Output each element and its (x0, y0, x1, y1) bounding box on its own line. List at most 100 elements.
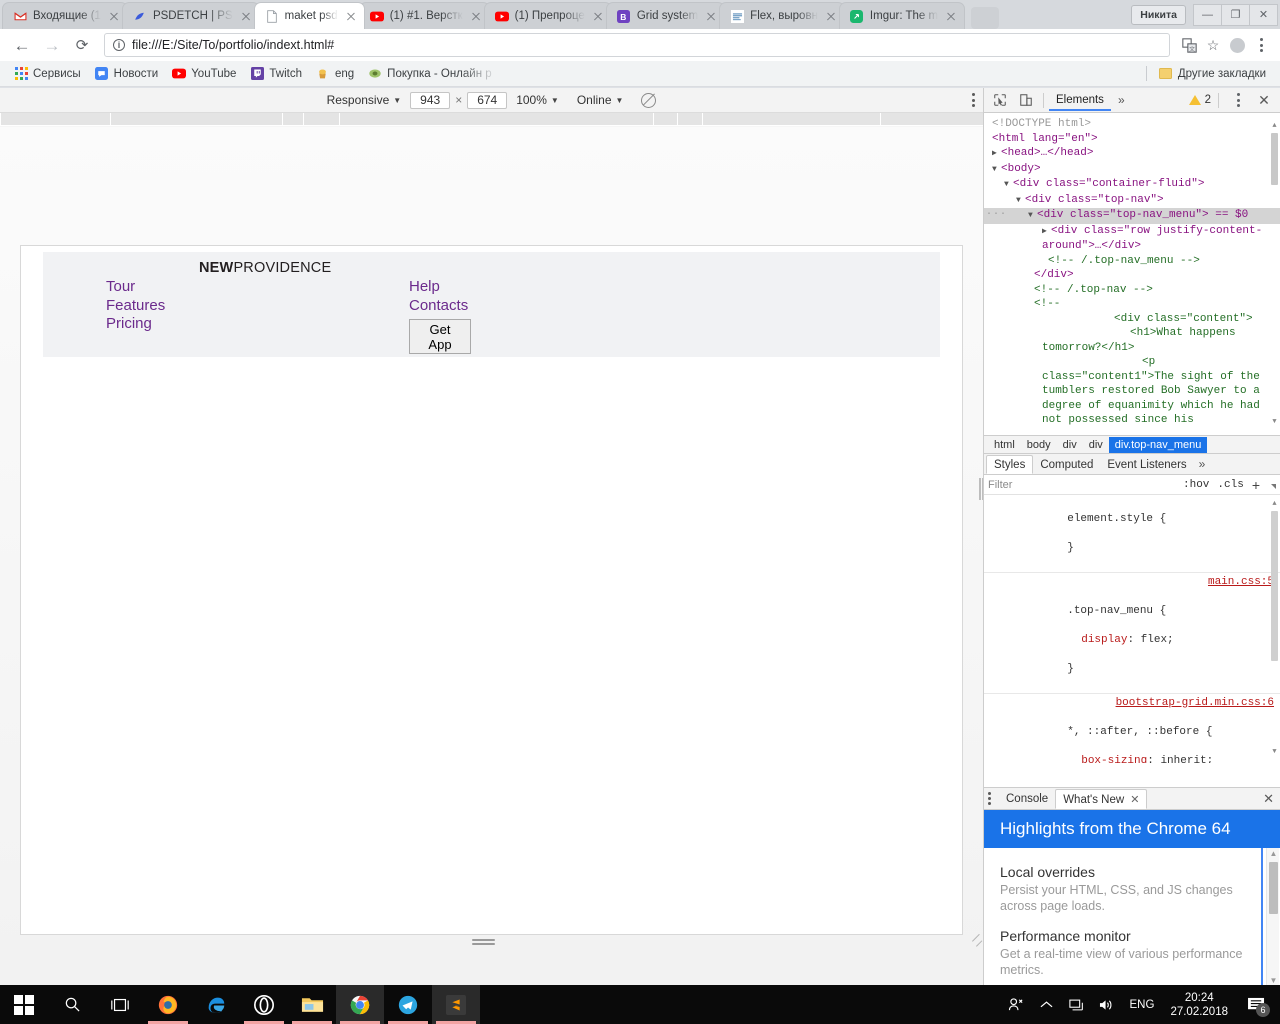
breadcrumb-html[interactable]: html (988, 437, 1021, 453)
dom-tree-scrollbar[interactable]: ▲ ▼ (1270, 119, 1279, 429)
scroll-down-icon[interactable]: ▼ (1270, 745, 1279, 760)
scroll-down-icon[interactable]: ▼ (1267, 976, 1280, 985)
minimize-button[interactable]: — (1193, 4, 1222, 26)
css-rule[interactable]: element.style { } (984, 495, 1280, 573)
tab-whats-new[interactable]: What's New ✕ (1055, 789, 1147, 809)
expand-triangle-icon[interactable]: ▶ (1042, 225, 1051, 240)
dom-line[interactable]: ▶<head>…</head> (984, 146, 1280, 162)
clock[interactable]: 20:24 27.02.2018 (1162, 991, 1236, 1019)
more-panels-icon[interactable]: » (1113, 93, 1130, 107)
scroll-down-icon[interactable]: ▼ (1270, 415, 1279, 430)
action-center-icon[interactable]: 6 (1236, 985, 1276, 1024)
close-icon[interactable] (824, 9, 838, 23)
people-icon[interactable] (1002, 985, 1032, 1024)
viewport-width-input[interactable]: 943 (410, 92, 450, 109)
browser-tab-active[interactable]: maket psd (254, 2, 365, 29)
tab-computed[interactable]: Computed (1033, 456, 1100, 473)
css-rule[interactable]: main.css:5 .top-nav_menu { display: flex… (984, 573, 1280, 694)
address-bar[interactable]: i file:///E:/Site/To/portfolio/indext.ht… (104, 33, 1170, 57)
dom-line[interactable]: <h1>What happens tomorrow?</h1> (984, 326, 1280, 355)
close-icon[interactable] (469, 9, 483, 23)
more-tools-icon[interactable] (1226, 89, 1250, 111)
bookmark-item[interactable]: Сервисы (8, 64, 87, 84)
whats-new-scrollbar[interactable]: ▲ ▼ (1266, 848, 1279, 986)
css-property[interactable]: box-sizing (1067, 754, 1147, 764)
css-source-link[interactable]: bootstrap-grid.min.css:6 (1116, 696, 1274, 711)
page-info-icon[interactable]: i (113, 39, 125, 51)
viewport-height-input[interactable]: 674 (467, 92, 507, 109)
get-app-button[interactable]: Get App (409, 319, 471, 354)
bookmark-item[interactable]: Новости (89, 64, 165, 84)
scrollbar-thumb[interactable] (1271, 133, 1278, 185)
browser-tab[interactable]: Imgur: The m (839, 2, 965, 29)
tab-console[interactable]: Console (999, 790, 1055, 807)
throttling-selector[interactable]: Online ▼ (568, 93, 633, 107)
breakpoint-ruler[interactable] (0, 113, 983, 126)
more-style-tabs-icon[interactable]: » (1194, 457, 1211, 471)
close-icon[interactable] (944, 9, 958, 23)
zoom-selector[interactable]: 100% ▼ (507, 93, 568, 107)
browser-tab[interactable]: PSDETCH | PS (122, 2, 260, 29)
browser-tab[interactable]: (1) Препроце (484, 2, 612, 29)
language-indicator[interactable]: ENG (1122, 999, 1163, 1011)
nav-link-pricing[interactable]: Pricing (106, 315, 165, 334)
dropdown-arrow-icon[interactable] (1268, 479, 1276, 491)
css-source-link[interactable]: main.css:5 (1208, 575, 1274, 590)
scrollbar-thumb[interactable] (1271, 511, 1278, 661)
star-icon[interactable]: ☆ (1202, 34, 1224, 56)
css-scrollbar[interactable]: ▲ ▼ (1270, 497, 1279, 759)
dom-line[interactable]: <p class="content1">The sight of the tum… (984, 355, 1280, 428)
show-hidden-icons-icon[interactable] (1032, 985, 1062, 1024)
search-icon[interactable] (48, 985, 96, 1024)
dom-line[interactable]: <!-- (984, 297, 1280, 312)
profile-chip[interactable]: Никита (1131, 5, 1186, 25)
css-property[interactable]: display (1067, 633, 1127, 648)
forward-button[interactable]: → (38, 31, 66, 59)
dom-line[interactable]: <!-- /.top-nav_menu --> (984, 254, 1280, 269)
toggle-device-toolbar-icon[interactable] (1014, 89, 1038, 111)
close-devtools-icon[interactable]: ✕ (1254, 92, 1274, 109)
dom-line[interactable]: ▶<div class="row justify-content-around"… (984, 224, 1280, 254)
viewport-resize-handle[interactable] (472, 939, 495, 947)
translate-icon[interactable]: 文 (1178, 34, 1200, 56)
tab-styles[interactable]: Styles (986, 455, 1033, 474)
browser-tab[interactable]: Flex, выровн (719, 2, 845, 29)
collapse-triangle-icon[interactable]: ▼ (1028, 209, 1037, 224)
dom-line[interactable]: <html lang="en"> (984, 132, 1280, 147)
scroll-up-icon[interactable]: ▲ (1267, 849, 1280, 858)
close-icon[interactable] (591, 9, 605, 23)
scroll-up-icon[interactable]: ▲ (1270, 119, 1279, 134)
other-bookmarks-button[interactable]: Другие закладки (1153, 64, 1272, 84)
scroll-up-icon[interactable]: ▲ (1270, 497, 1279, 512)
tab-elements[interactable]: Elements (1049, 90, 1111, 111)
css-rules-list[interactable]: element.style { } main.css:5 .top-nav_me… (984, 495, 1280, 763)
network-icon[interactable] (1062, 985, 1092, 1024)
file-explorer-icon[interactable] (288, 985, 336, 1024)
css-rule[interactable]: bootstrap-grid.min.css:6 *, ::after, ::b… (984, 694, 1280, 764)
breadcrumb-div[interactable]: div (1083, 437, 1109, 453)
reload-button[interactable]: ⟳ (68, 31, 96, 59)
css-value[interactable]: flex; (1141, 634, 1174, 646)
drawer-menu-icon[interactable] (988, 792, 991, 806)
bookmark-item[interactable]: YouTube (166, 64, 242, 84)
close-icon[interactable] (239, 9, 253, 23)
bookmark-item[interactable]: Twitch (244, 64, 308, 84)
dom-line[interactable]: <!-- /.top-nav --> (984, 283, 1280, 298)
filter-input[interactable]: Filter (988, 479, 1175, 491)
dom-line[interactable]: <!DOCTYPE html> (984, 117, 1280, 132)
opera-icon[interactable] (240, 985, 288, 1024)
nav-link-help[interactable]: Help (409, 278, 471, 297)
firefox-icon[interactable] (144, 985, 192, 1024)
close-icon[interactable] (107, 9, 121, 23)
bookmark-item[interactable]: eng (310, 64, 360, 84)
windows-start-icon[interactable] (0, 985, 48, 1024)
whats-new-item[interactable]: Local overrides Persist your HTML, CSS, … (1000, 864, 1250, 914)
collapse-triangle-icon[interactable]: ▼ (1016, 194, 1025, 209)
dom-line[interactable]: ▼<div class="top-nav"> (984, 193, 1280, 209)
telegram-icon[interactable] (384, 985, 432, 1024)
close-icon[interactable] (704, 9, 718, 23)
new-style-rule-button[interactable]: + (1252, 479, 1260, 491)
warnings-indicator[interactable]: 2 ✕ (1189, 89, 1276, 111)
dom-line[interactable]: <div class="content"> (984, 312, 1280, 327)
breadcrumb-selected[interactable]: div.top-nav_menu (1109, 437, 1208, 453)
